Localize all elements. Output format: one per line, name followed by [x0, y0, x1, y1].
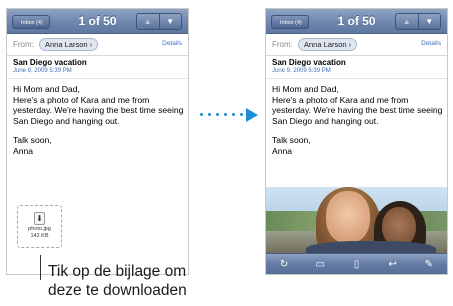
message-toolbar: ↻ ▭ ▯ ↩ ✎: [266, 253, 447, 274]
previous-message-button[interactable]: ▲: [137, 14, 160, 29]
email-screen-after: Inbox (4) 1 of 50 ▲ ▼ From: Anna Larson …: [265, 8, 448, 275]
up-arrow-icon: ▲: [402, 17, 411, 26]
chevron-right-icon: ›: [89, 40, 93, 49]
move-folder-icon[interactable]: ▭: [310, 259, 330, 270]
up-arrow-icon: ▲: [143, 17, 152, 26]
download-icon: ⬇: [34, 212, 45, 225]
navigation-bar: Inbox (4) 1 of 50 ▲ ▼: [266, 9, 447, 34]
chevron-right-icon: ›: [348, 40, 352, 49]
details-link[interactable]: Details: [421, 40, 441, 47]
callout-line: [40, 255, 41, 280]
divider: [7, 78, 188, 79]
from-row: From: Anna Larson › Details: [266, 34, 447, 56]
arrow-dot: [200, 113, 203, 116]
arrow-dot: [208, 113, 211, 116]
email-screen-before: Inbox (4) 1 of 50 ▲ ▼ From: Anna Larson …: [6, 8, 189, 275]
message-navigation-control: ▲ ▼: [395, 13, 441, 30]
attachment-placeholder[interactable]: ⬇ photo.jpg 142 KB: [17, 205, 62, 248]
email-body-signoff: Talk soon, Anna: [272, 135, 311, 156]
previous-message-button[interactable]: ▲: [396, 14, 419, 29]
attachment-size: 142 KB: [30, 233, 49, 239]
next-message-button[interactable]: ▼: [160, 14, 182, 29]
arrow-head-icon: [246, 108, 258, 122]
message-navigation-control: ▲ ▼: [136, 13, 182, 30]
email-subject: San Diego vacation: [272, 58, 346, 67]
arrow-dot: [240, 113, 243, 116]
sender-name: Anna Larson: [304, 40, 347, 49]
next-message-button[interactable]: ▼: [419, 14, 441, 29]
navigation-bar: Inbox (4) 1 of 50 ▲ ▼: [7, 9, 188, 34]
down-arrow-icon: ▼: [166, 17, 175, 26]
attached-photo[interactable]: [266, 187, 447, 256]
email-body-paragraph: Hi Mom and Dad, Here's a photo of Kara a…: [272, 84, 443, 126]
photo-person-face: [326, 191, 370, 243]
callout-caption: Tik op de bijlage om deze te downloaden: [48, 263, 187, 299]
details-link[interactable]: Details: [162, 40, 182, 47]
trash-icon[interactable]: ▯: [346, 259, 366, 270]
divider: [266, 78, 447, 79]
from-row: From: Anna Larson › Details: [7, 34, 188, 56]
sender-chip[interactable]: Anna Larson ›: [39, 38, 99, 51]
email-date: June 9, 2009 5:39 PM: [272, 68, 331, 74]
sender-chip[interactable]: Anna Larson ›: [298, 38, 358, 51]
arrow-dot: [224, 113, 227, 116]
from-label: From:: [272, 40, 293, 49]
arrow-dot: [216, 113, 219, 116]
reply-icon[interactable]: ↩: [383, 259, 403, 270]
email-body: Hi Mom and Dad, Here's a photo of Kara a…: [13, 84, 184, 166]
from-label: From:: [13, 40, 34, 49]
compose-icon[interactable]: ✎: [419, 259, 439, 270]
transition-arrow: [200, 108, 258, 122]
email-body: Hi Mom and Dad, Here's a photo of Kara a…: [272, 84, 443, 166]
attachment-filename: photo.jpg: [28, 226, 51, 232]
down-arrow-icon: ▼: [425, 17, 434, 26]
arrow-dot: [232, 113, 235, 116]
email-body-signoff: Talk soon, Anna: [13, 135, 52, 156]
email-body-paragraph: Hi Mom and Dad, Here's a photo of Kara a…: [13, 84, 184, 126]
email-subject: San Diego vacation: [13, 58, 87, 67]
sender-name: Anna Larson: [45, 40, 88, 49]
refresh-icon[interactable]: ↻: [274, 259, 294, 270]
email-date: June 9, 2009 5:39 PM: [13, 68, 72, 74]
